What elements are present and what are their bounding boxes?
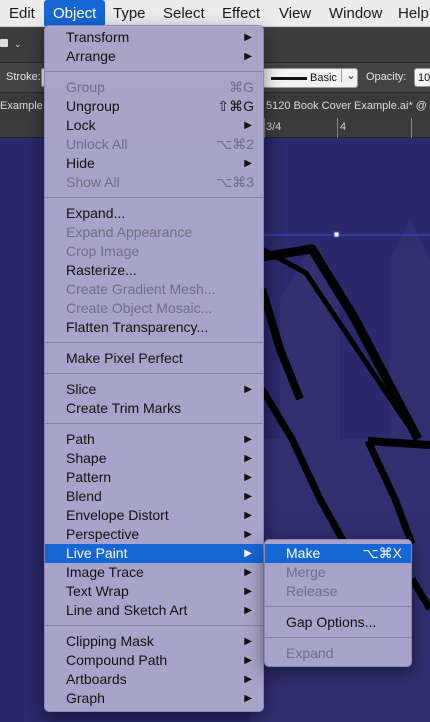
ruler-tick — [264, 118, 265, 138]
menu-item-image-trace[interactable]: Image Trace ▶ — [45, 563, 263, 582]
menu-object[interactable]: Object — [44, 0, 106, 27]
triangle-right-icon: ▶ — [244, 693, 252, 704]
menu-item-arrange[interactable]: Arrange ▶ — [45, 47, 263, 66]
menu-select[interactable]: Select — [154, 0, 214, 27]
document-tab-active[interactable]: 5120 Book Cover Example.ai* @ 4 — [266, 100, 430, 112]
opacity-value: 100 — [418, 72, 430, 84]
brush-stroke-preview — [271, 77, 307, 80]
menu-item-lock[interactable]: Lock ▶ — [45, 116, 263, 135]
grid-icon[interactable] — [0, 39, 8, 47]
menu-separator — [45, 373, 263, 374]
triangle-right-icon: ▶ — [244, 567, 252, 578]
menu-window[interactable]: Window — [320, 0, 391, 27]
triangle-right-icon: ▶ — [244, 510, 252, 521]
triangle-right-icon: ▶ — [244, 655, 252, 666]
menu-item-path[interactable]: Path ▶ — [45, 430, 263, 449]
triangle-right-icon: ▶ — [244, 158, 252, 169]
menu-item-make[interactable]: Make ⌥⌘X — [265, 544, 411, 563]
menu-separator — [45, 423, 263, 424]
menu-item-ungroup[interactable]: Ungroup ⇧⌘G — [45, 97, 263, 116]
menu-item-graph[interactable]: Graph ▶ — [45, 689, 263, 708]
triangle-right-icon: ▶ — [244, 605, 252, 616]
menu-item-show-all[interactable]: Show All ⌥⌘3 — [45, 173, 263, 192]
ruler-tick — [411, 118, 412, 138]
triangle-right-icon: ▶ — [244, 529, 252, 540]
menu-item-merge[interactable]: Merge — [265, 563, 411, 582]
ruler-tick — [337, 118, 338, 138]
triangle-right-icon: ▶ — [244, 51, 252, 62]
menu-item-create-object-mosaic[interactable]: Create Object Mosaic... — [45, 299, 263, 318]
menu-effect[interactable]: Effect — [213, 0, 269, 27]
triangle-right-icon: ▶ — [244, 32, 252, 43]
triangle-right-icon: ▶ — [244, 674, 252, 685]
menu-item-expand-appearance[interactable]: Expand Appearance — [45, 223, 263, 242]
menu-item-transform[interactable]: Transform ▶ — [45, 28, 263, 47]
menu-item-hide[interactable]: Hide ▶ — [45, 154, 263, 173]
triangle-right-icon: ▶ — [244, 434, 252, 445]
menu-item-shape[interactable]: Shape ▶ — [45, 449, 263, 468]
menu-item-flatten-transparency[interactable]: Flatten Transparency... — [45, 318, 263, 337]
menu-item-slice[interactable]: Slice ▶ — [45, 380, 263, 399]
menu-separator — [265, 606, 411, 607]
menu-item-pattern[interactable]: Pattern ▶ — [45, 468, 263, 487]
ruler-label: 4 — [340, 121, 347, 133]
menu-item-make-pixel-perfect[interactable]: Make Pixel Perfect — [45, 349, 263, 368]
menu-separator — [45, 342, 263, 343]
menu-item-text-wrap[interactable]: Text Wrap ▶ — [45, 582, 263, 601]
document-tab-left[interactable]: Example — [0, 100, 43, 112]
menu-item-compound-path[interactable]: Compound Path ▶ — [45, 651, 263, 670]
live-paint-path — [367, 437, 430, 449]
triangle-right-icon: ▶ — [244, 384, 252, 395]
chevron-down-icon[interactable]: ⌄ — [14, 39, 22, 50]
ruler-label: 3/4 — [266, 121, 282, 133]
menu-item-crop-image[interactable]: Crop Image — [45, 242, 263, 261]
brush-label: Basic — [310, 72, 337, 84]
menu-item-create-trim-marks[interactable]: Create Trim Marks — [45, 399, 263, 418]
menu-view[interactable]: View — [270, 0, 320, 27]
live-paint-submenu: Make ⌥⌘X Merge Release Gap Options... Exp… — [264, 539, 412, 667]
chevron-down-icon: ⌄ — [341, 68, 356, 82]
menu-item-envelope-distort[interactable]: Envelope Distort ▶ — [45, 506, 263, 525]
triangle-right-icon: ▶ — [244, 453, 252, 464]
menu-item-perspective[interactable]: Perspective ▶ — [45, 525, 263, 544]
menu-item-release[interactable]: Release — [265, 582, 411, 601]
triangle-right-icon: ▶ — [244, 636, 252, 647]
menu-separator — [265, 637, 411, 638]
menu-item-unlock-all[interactable]: Unlock All ⌥⌘2 — [45, 135, 263, 154]
menu-item-blend[interactable]: Blend ▶ — [45, 487, 263, 506]
menu-bar: Edit Object Type Select Effect View Wind… — [0, 0, 430, 27]
menu-item-expand[interactable]: Expand... — [45, 204, 263, 223]
opacity-label: Opacity: — [366, 71, 407, 83]
triangle-right-icon: ▶ — [244, 548, 252, 559]
menu-separator — [45, 71, 263, 72]
menu-item-live-paint[interactable]: Live Paint ▶ — [45, 544, 263, 563]
menu-item-clipping-mask[interactable]: Clipping Mask ▶ — [45, 632, 263, 651]
menu-help[interactable]: Help — [389, 0, 430, 27]
triangle-right-icon: ▶ — [244, 586, 252, 597]
object-menu: Transform ▶ Arrange ▶ Group ⌘G Ungroup ⇧⌘G L… — [44, 25, 264, 712]
menu-edit[interactable]: Edit — [0, 0, 44, 27]
triangle-right-icon: ▶ — [244, 472, 252, 483]
stroke-label: Stroke: — [6, 71, 41, 83]
menu-separator — [45, 625, 263, 626]
menu-item-group[interactable]: Group ⌘G — [45, 78, 263, 97]
menu-item-expand-live-paint[interactable]: Expand — [265, 644, 411, 663]
menu-separator — [45, 197, 263, 198]
opacity-field[interactable]: 100 — [414, 68, 430, 87]
menu-item-gap-options[interactable]: Gap Options... — [265, 613, 411, 632]
menu-item-rasterize[interactable]: Rasterize... — [45, 261, 263, 280]
menu-item-artboards[interactable]: Artboards ▶ — [45, 670, 263, 689]
selection-handle — [333, 231, 340, 238]
brush-definition-dropdown[interactable]: Basic ⌄ — [262, 68, 358, 88]
triangle-right-icon: ▶ — [244, 491, 252, 502]
menu-type[interactable]: Type — [104, 0, 155, 27]
menu-item-create-gradient-mesh[interactable]: Create Gradient Mesh... — [45, 280, 263, 299]
menu-item-line-and-sketch-art[interactable]: Line and Sketch Art ▶ — [45, 601, 263, 620]
triangle-right-icon: ▶ — [244, 120, 252, 131]
